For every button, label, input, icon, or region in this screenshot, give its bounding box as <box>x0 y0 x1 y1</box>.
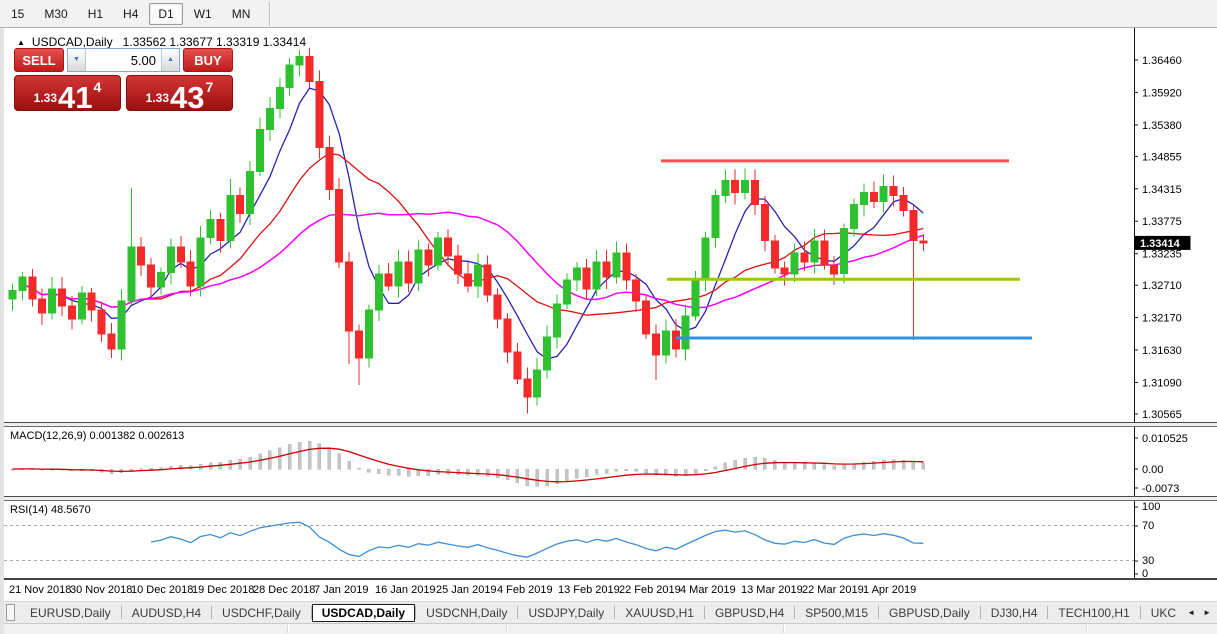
timeframe-button-h4[interactable]: H4 <box>114 3 147 25</box>
price-tick-label: 1.30565 <box>1142 409 1182 421</box>
timeframe-button-h1[interactable]: H1 <box>79 3 112 25</box>
chart-tab-usdcnh-daily[interactable]: USDCNH,Daily <box>416 604 517 622</box>
tab-scroll-arrows: ◄ ► <box>1187 608 1217 617</box>
date-tick-label: 22 Feb 2019 <box>619 584 681 596</box>
price-tick-label: 1.36460 <box>1142 55 1182 67</box>
volume-input[interactable] <box>86 49 161 71</box>
price-tick-label: 1.35380 <box>1142 120 1182 132</box>
volume-decrease-icon[interactable]: ▼ <box>68 49 86 71</box>
chart-tab-usdcad-daily[interactable]: USDCAD,Daily <box>312 604 415 622</box>
rsi-scale-label: 70 <box>1142 520 1154 532</box>
date-tick-label: 10 Dec 2018 <box>131 584 193 596</box>
chart-tab-usdchf-daily[interactable]: USDCHF,Daily <box>212 604 311 622</box>
date-tick-label: 19 Dec 2018 <box>192 584 254 596</box>
date-tick-label: 4 Feb 2019 <box>497 584 553 596</box>
rsi-subwindow: RSI(14) 48.5670 100 70 300 <box>4 501 1217 579</box>
tab-scroll-left-icon[interactable]: ◄ <box>1187 608 1195 617</box>
price-tick-label: 1.35920 <box>1142 87 1182 99</box>
sell-price-pip: 4 <box>94 79 102 110</box>
date-tick-label: 16 Jan 2019 <box>375 584 436 596</box>
chart-workspace: ▲ USDCAD,Daily 1.33562 1.33677 1.33319 1.3… <box>0 28 1217 634</box>
chart-tab-usdjpy-daily[interactable]: USDJPY,Daily <box>518 604 614 622</box>
sell-price-main: 41 <box>58 82 92 113</box>
buy-button[interactable]: BUY <box>183 48 233 72</box>
main-chart-panel[interactable]: ▲ USDCAD,Daily 1.33562 1.33677 1.33319 1.3… <box>4 28 1217 423</box>
date-tick-label: 28 Dec 2018 <box>253 584 315 596</box>
date-tick-label: 21 Nov 2018 <box>9 584 71 596</box>
rsi-indicator-label: RSI(14) 48.5670 <box>10 504 91 516</box>
macd-indicator-label: MACD(12,26,9) 0.001382 0.002613 <box>10 430 184 442</box>
rsi-scale-label: 100 <box>1142 501 1160 513</box>
macd-subwindow: MACD(12,26,9) 0.001382 0.002613 0.010525… <box>4 427 1217 497</box>
sell-price-prefix: 1.33 <box>34 91 57 110</box>
price-tick-label: 1.33775 <box>1142 216 1182 228</box>
chart-tab-ukc[interactable]: UKC <box>1141 604 1176 622</box>
current-price-label: 1.33414 <box>1140 238 1181 250</box>
rsi-scale-label: 30 <box>1142 555 1154 567</box>
date-tick-label: 1 Apr 2019 <box>863 584 916 596</box>
price-tick-label: 1.32170 <box>1142 313 1182 325</box>
timeframe-button-15[interactable]: 15 <box>2 3 33 25</box>
one-click-trade-panel: SELL ▼ ▲ BUY 1.33 41 4 1.33 43 7 <box>14 48 236 111</box>
date-tick-label: 30 Nov 2018 <box>70 584 132 596</box>
volume-increase-icon[interactable]: ▲ <box>161 49 179 71</box>
chart-tab-bar: EURUSD,DailyAUDUSD,H4USDCHF,DailyUSDCAD,… <box>4 601 1217 623</box>
chart-symbol-label: USDCAD,Daily <box>32 35 113 49</box>
buy-price-prefix: 1.33 <box>146 91 169 110</box>
timeframe-bar-buttons: 15M30H1H4D1W1MN <box>2 3 261 25</box>
chart-tab-sp500-m15[interactable]: SP500,M15 <box>795 604 878 622</box>
timeframe-button-w1[interactable]: W1 <box>185 3 221 25</box>
chart-ohlc-quotes: 1.33562 1.33677 1.33319 1.33414 <box>123 35 307 49</box>
date-tick-label: 7 Jan 2019 <box>314 584 368 596</box>
buy-price-main: 43 <box>170 82 204 113</box>
rsi-chart-canvas[interactable]: 100 70 300 <box>4 501 1217 578</box>
date-tick-label: 13 Mar 2019 <box>741 584 803 596</box>
status-divider <box>287 625 289 633</box>
chart-tab-tech100-h1[interactable]: TECH100,H1 <box>1048 604 1139 622</box>
date-tick-label: 22 Mar 2019 <box>802 584 864 596</box>
chart-tab-xauusd-h1[interactable]: XAUUSD,H1 <box>615 604 704 622</box>
status-divider <box>1086 625 1088 633</box>
volume-spinner: ▼ ▲ <box>67 48 180 72</box>
rsi-scale-label: 0 <box>1142 568 1148 578</box>
chart-tabs: EURUSD,DailyAUDUSD,H4USDCHF,DailyUSDCAD,… <box>20 604 1176 622</box>
rsi-panel[interactable]: RSI(14) 48.5670 100 70 300 <box>4 501 1217 578</box>
sell-button[interactable]: SELL <box>14 48 64 72</box>
macd-scale-label: 0.010525 <box>1142 433 1188 445</box>
status-divider <box>783 625 785 633</box>
chart-tab-eurusd-daily[interactable]: EURUSD,Daily <box>20 604 121 622</box>
chart-tab-dj30-h4[interactable]: DJ30,H4 <box>981 604 1048 622</box>
sell-price-tile[interactable]: 1.33 41 4 <box>14 75 121 111</box>
date-tick-label: 25 Jan 2019 <box>436 584 497 596</box>
macd-scale-label: 0.00 <box>1142 464 1163 476</box>
date-tick-label: 4 Mar 2019 <box>680 584 736 596</box>
buy-price-tile[interactable]: 1.33 43 7 <box>126 75 233 111</box>
timeframe-button-d1[interactable]: D1 <box>149 3 182 25</box>
status-bar <box>4 623 1217 634</box>
price-tick-label: 1.32710 <box>1142 280 1182 292</box>
price-tick-label: 1.33235 <box>1142 249 1182 261</box>
date-axis[interactable]: 21 Nov 201830 Nov 201810 Dec 201819 Dec … <box>4 579 1217 601</box>
chart-header: ▲ USDCAD,Daily 1.33562 1.33677 1.33319 1.3… <box>17 35 306 49</box>
timeframe-button-mn[interactable]: MN <box>223 3 260 25</box>
price-tick-label: 1.34315 <box>1142 184 1182 196</box>
collapse-triangle-icon[interactable]: ▲ <box>17 38 25 47</box>
buy-price-pip: 7 <box>206 79 214 110</box>
chart-tab-audusd-h4[interactable]: AUDUSD,H4 <box>122 604 211 622</box>
timeframe-toolbar: 15M30H1H4D1W1MN <box>0 0 1217 28</box>
price-tick-label: 1.31090 <box>1142 378 1182 390</box>
date-tick-label: 13 Feb 2019 <box>558 584 620 596</box>
tab-scroll-right-icon[interactable]: ► <box>1203 608 1211 617</box>
chart-tab-gbpusd-daily[interactable]: GBPUSD,Daily <box>879 604 980 622</box>
price-tick-label: 1.34855 <box>1142 151 1182 163</box>
toolbar-separator <box>269 2 271 26</box>
chart-tab-gbpusd-h4[interactable]: GBPUSD,H4 <box>705 604 794 622</box>
macd-scale-label: -0.0073 <box>1142 483 1179 495</box>
macd-chart-canvas[interactable]: 0.010525 0.00 -0.0073 <box>4 427 1217 496</box>
tab-strip-edge <box>6 604 15 621</box>
timeframe-button-m30[interactable]: M30 <box>35 3 76 25</box>
status-divider <box>506 625 508 633</box>
price-tick-label: 1.31630 <box>1142 345 1182 357</box>
macd-panel[interactable]: MACD(12,26,9) 0.001382 0.002613 0.010525… <box>4 427 1217 496</box>
